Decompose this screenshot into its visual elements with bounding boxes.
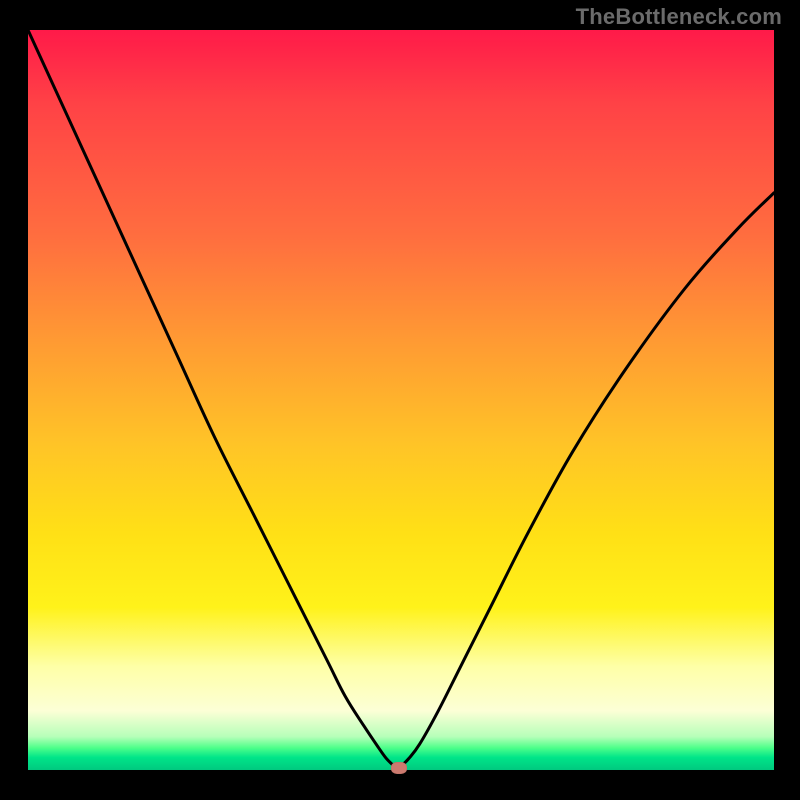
attribution-text: TheBottleneck.com [576,4,782,30]
curve-svg [28,30,774,770]
curve-left-branch [28,30,399,769]
chart-frame: TheBottleneck.com [0,0,800,800]
curve-right-branch [399,193,774,769]
minimum-marker [391,762,407,774]
plot-area [28,30,774,770]
